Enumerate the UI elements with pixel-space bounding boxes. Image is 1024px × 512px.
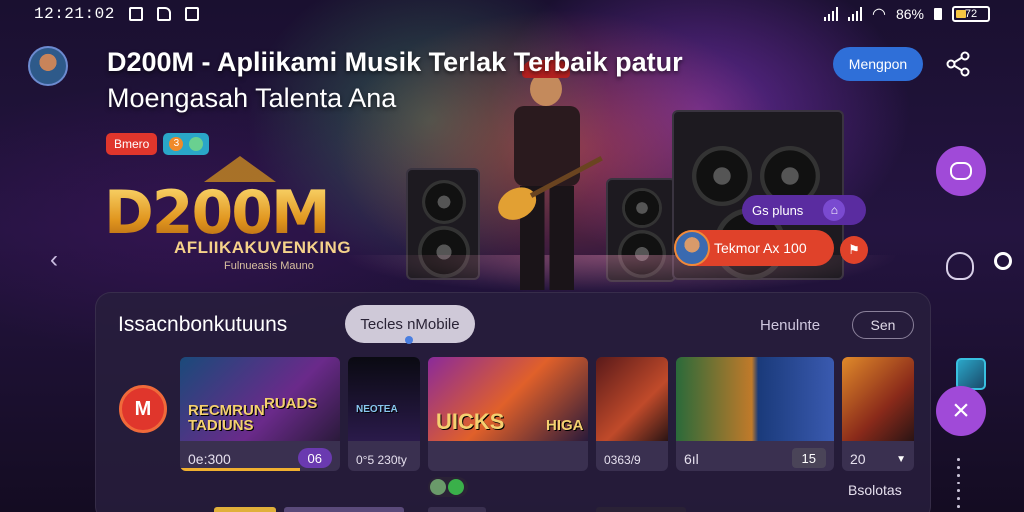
genre-tag[interactable]: Bmero: [106, 133, 158, 155]
card-1-progress: [180, 468, 300, 471]
user-avatar[interactable]: [28, 46, 68, 86]
card-4-meta: 0363/9: [604, 453, 641, 467]
card-1-caption-2: RUADS: [264, 395, 318, 412]
chevron-down-icon[interactable]: ▼: [896, 454, 906, 465]
signal-icon-2: [848, 7, 862, 21]
card-2-caption: NEOTEA: [356, 404, 398, 415]
next-row-preview: [96, 507, 932, 512]
channel-badge[interactable]: M: [119, 385, 167, 433]
avatar-mini-icon: [430, 479, 446, 495]
image-icon: [184, 7, 199, 21]
rating-tag[interactable]: 3: [163, 133, 210, 155]
logo-tagline: Fulnueasis Mauno: [224, 260, 314, 272]
cloud-icon[interactable]: [946, 252, 974, 280]
file-icon: [156, 7, 171, 21]
chat-icon: [950, 162, 972, 180]
card-1[interactable]: RECMRUN TADIUNS RUADS 0e:300 06: [180, 357, 340, 471]
artist-avatar: [674, 230, 710, 266]
card-3-caption: UICKS: [436, 409, 505, 434]
gallery-icon: [128, 7, 143, 21]
panel-label: Henulnte: [760, 317, 821, 334]
close-icon: ×: [952, 394, 970, 427]
card-5[interactable]: 6ıl 15: [676, 357, 834, 471]
tag-row: Bmero 3: [106, 133, 210, 155]
card-3[interactable]: UICKS HIGA: [428, 357, 588, 471]
home-icon: ⌂: [823, 199, 846, 221]
card-3-caption-2: HIGA: [546, 417, 584, 434]
card-5-meta: 6ıl: [684, 451, 699, 467]
rating-badge: 3: [169, 137, 184, 151]
share-icon[interactable]: [944, 50, 972, 78]
card-6[interactable]: 20 ▼: [842, 357, 914, 471]
app-logo: D200M AFLIIKAKUVENKING Fulnueasis Mauno: [104, 156, 364, 280]
ring-icon[interactable]: [994, 252, 1012, 270]
plus-chip-label: Gs pluns: [752, 202, 804, 218]
manage-button[interactable]: Mengpon: [833, 47, 923, 81]
card-4[interactable]: 0363/9: [596, 357, 668, 471]
like-icon: [448, 479, 464, 495]
card-1-badge: 06: [297, 448, 332, 468]
tab-active[interactable]: Tecles nMobile: [345, 305, 475, 344]
panel-footer-text: Bsolotas: [848, 482, 902, 498]
plus-chip[interactable]: Gs pluns ⌂: [742, 195, 866, 225]
chat-button[interactable]: [936, 146, 986, 196]
card-1-meta: 0e:300: [188, 451, 231, 467]
title-line-2: Moengasah Talenta Ana: [107, 83, 397, 113]
app-screen: { "status": { "time": "12:21:02", "batte…: [0, 0, 1024, 512]
featured-artist-label: Tekmor Ax 100: [714, 240, 807, 256]
logo-subtitle: AFLIIKAKUVENKING: [174, 238, 352, 257]
wifi-icon: ◠: [872, 6, 886, 23]
reaction-chip[interactable]: [428, 477, 468, 497]
battery-icon: 72: [952, 6, 990, 22]
notification-icon: [934, 8, 942, 20]
card-6-meta: 20: [850, 451, 866, 467]
close-button[interactable]: ×: [936, 386, 986, 436]
content-panel: Issacnbonkutuuns Tecles nMobile Henulnte…: [95, 292, 931, 512]
status-bar: 12:21:02 ◠ 86% 72: [0, 0, 1024, 28]
card-5-badge: 15: [791, 448, 826, 468]
flag-icon[interactable]: ⚑: [840, 236, 868, 264]
featured-artist-chip[interactable]: Tekmor Ax 100: [674, 230, 834, 266]
card-2-meta: 0°5 230ty: [356, 453, 407, 467]
battery-text: 72: [964, 8, 978, 20]
filter-button[interactable]: Sen: [852, 311, 914, 339]
status-dot-icon: [189, 137, 204, 151]
panel-title: Issacnbonkutuuns: [118, 313, 288, 336]
card-2[interactable]: NEOTEA 0°5 230ty: [348, 357, 420, 471]
signal-percent: 86%: [895, 6, 924, 22]
card-1-caption: RECMRUN TADIUNS: [188, 402, 265, 434]
status-time: 12:21:02: [34, 5, 115, 23]
drag-handle[interactable]: [957, 458, 961, 509]
page-title: D200M - Apliikami Musik Terlak Terbaik p…: [107, 44, 787, 116]
signal-icon: [824, 7, 838, 21]
title-line-1: D200M - Apliikami Musik Terlak Terbaik p…: [107, 47, 683, 77]
chevron-left-icon[interactable]: ‹: [50, 248, 64, 272]
